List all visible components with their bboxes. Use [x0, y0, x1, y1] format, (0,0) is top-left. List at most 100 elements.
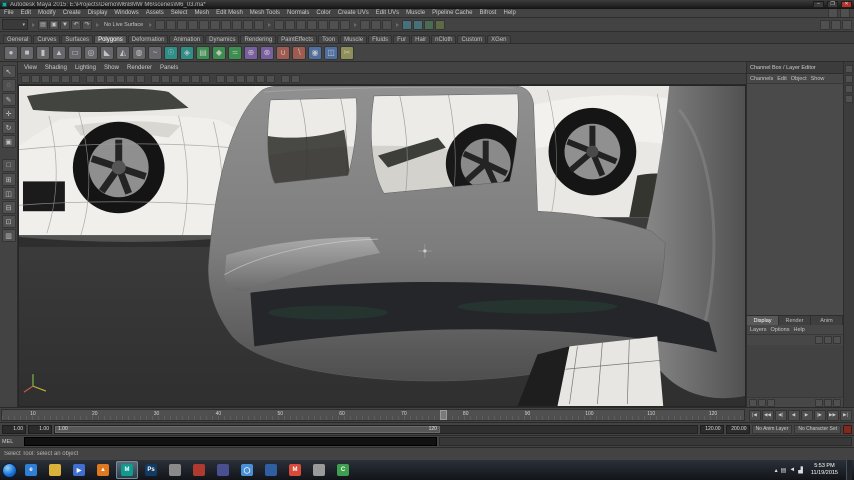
- play-backwards-button[interactable]: ◀: [787, 409, 800, 421]
- panel-resize-icon[interactable]: [833, 398, 841, 407]
- new-scene-icon[interactable]: ▤: [38, 19, 48, 30]
- layer-filter-icon[interactable]: [758, 398, 766, 407]
- range-slider-bar[interactable]: 1.00 120: [55, 425, 440, 433]
- combine-icon[interactable]: ⊕: [244, 45, 258, 60]
- wireframe-mode-icon[interactable]: [161, 75, 170, 83]
- menu-item[interactable]: Modify: [38, 10, 56, 16]
- go-to-end-button[interactable]: ▶|: [839, 409, 852, 421]
- shelf-tab[interactable]: Fluids: [368, 35, 393, 43]
- move-layer-up-icon[interactable]: [815, 336, 823, 344]
- attribute-editor-tab[interactable]: [845, 65, 853, 73]
- app-icon-14[interactable]: C: [332, 461, 354, 479]
- browser-icon[interactable]: ◯: [236, 461, 258, 479]
- menu-item[interactable]: Mesh: [194, 10, 209, 16]
- utility-wrench-icon[interactable]: [308, 461, 330, 479]
- menu-item[interactable]: Help: [503, 10, 515, 16]
- shelf-tab[interactable]: Muscle: [340, 35, 368, 43]
- select-tool-icon[interactable]: ↖: [1, 65, 16, 78]
- step-back-frame-button[interactable]: ◀◀: [761, 409, 774, 421]
- viewport-canvas[interactable]: [18, 85, 746, 407]
- layer-editor-tab[interactable]: Render: [779, 316, 811, 325]
- safe-title-icon[interactable]: [136, 75, 145, 83]
- mask-curves-icon[interactable]: [210, 19, 221, 30]
- app-icon-7[interactable]: [164, 461, 186, 479]
- undo-icon[interactable]: ↶: [71, 19, 81, 30]
- 2d-pan-zoom-icon[interactable]: [51, 75, 60, 83]
- menu-item[interactable]: Create: [63, 10, 81, 16]
- layer-editor-tab[interactable]: Display: [747, 316, 779, 325]
- hypershade-layout-button[interactable]: ▥: [1, 229, 16, 242]
- viewport-menu-item[interactable]: Shading: [45, 65, 67, 71]
- anim-end-field[interactable]: 200.00: [725, 424, 750, 434]
- group-divider[interactable]: [147, 19, 153, 30]
- new-empty-layer-icon[interactable]: [824, 336, 832, 344]
- film-gate-icon[interactable]: [86, 75, 95, 83]
- safe-action-icon[interactable]: [126, 75, 135, 83]
- shaded-mode-icon[interactable]: [171, 75, 180, 83]
- mask-surfaces-icon[interactable]: [221, 19, 232, 30]
- mirror-icon[interactable]: ◫: [324, 45, 338, 60]
- smooth-icon[interactable]: ◉: [308, 45, 322, 60]
- menu-item[interactable]: Mesh Tools: [250, 10, 280, 16]
- viewport-menu-item[interactable]: Renderer: [127, 65, 152, 71]
- grease-pencil-icon[interactable]: [61, 75, 70, 83]
- step-forward-frame-button[interactable]: ▶▶: [826, 409, 839, 421]
- group-divider[interactable]: [30, 19, 36, 30]
- anim-start-field[interactable]: 1.00: [28, 424, 52, 434]
- layer-editor-menu-item[interactable]: Options: [771, 327, 790, 333]
- grid-toggle-icon[interactable]: [71, 75, 80, 83]
- vlc-icon[interactable]: ▲: [92, 461, 114, 479]
- redo-icon[interactable]: ↷: [82, 19, 92, 30]
- sphere-primitive-icon[interactable]: ●: [4, 45, 18, 60]
- sidebar-tool-settings-toggle[interactable]: [831, 19, 841, 30]
- selection-mode-dropdown[interactable]: ▾: [2, 19, 28, 30]
- viewport-menu-item[interactable]: View: [24, 65, 37, 71]
- character-set-button[interactable]: No Character Set: [794, 424, 841, 434]
- shelf-tab[interactable]: Surfaces: [61, 35, 94, 43]
- channel-box-menu-item[interactable]: Object: [791, 76, 807, 82]
- shelf-tab[interactable]: nCloth: [431, 35, 457, 43]
- scroll-left-icon[interactable]: [815, 398, 823, 407]
- mask-misc-icon[interactable]: [254, 19, 265, 30]
- camera-icon[interactable]: [21, 75, 30, 83]
- shelf-tab[interactable]: XGen: [487, 35, 511, 43]
- group-divider[interactable]: [266, 19, 272, 30]
- explorer-folder-icon[interactable]: [44, 461, 66, 479]
- input-connections-icon[interactable]: [360, 19, 371, 30]
- image-plane-icon[interactable]: [41, 75, 50, 83]
- menu-item[interactable]: Color: [316, 10, 330, 16]
- persp-outliner-layout-button[interactable]: ◫: [1, 187, 16, 200]
- menu-item[interactable]: Create UVs: [338, 10, 369, 16]
- bridge-icon[interactable]: ≍: [228, 45, 242, 60]
- menu-item[interactable]: Normals: [287, 10, 309, 16]
- field-chart-icon[interactable]: [116, 75, 125, 83]
- menu-item[interactable]: Muscle: [406, 10, 425, 16]
- channel-box-menu-item[interactable]: Show: [811, 76, 825, 82]
- layer-editor-menu-item[interactable]: Help: [793, 327, 804, 333]
- select-component-icon[interactable]: [177, 19, 188, 30]
- boolean-difference-icon[interactable]: ∖: [292, 45, 306, 60]
- isolate-select-icon[interactable]: [256, 75, 265, 83]
- snap-projected-center-icon[interactable]: [307, 19, 318, 30]
- multisample-aa-icon[interactable]: [236, 75, 245, 83]
- current-frame-marker[interactable]: [439, 410, 447, 420]
- open-scene-icon[interactable]: ▣: [49, 19, 59, 30]
- scale-tool-icon[interactable]: ▣: [1, 135, 16, 148]
- mail-icon[interactable]: M: [284, 461, 306, 479]
- modeling-toolkit-tab[interactable]: [845, 95, 853, 103]
- fill-mode-icon[interactable]: [151, 75, 160, 83]
- shadows-icon[interactable]: [201, 75, 210, 83]
- four-pane-layout-button[interactable]: ⊞: [1, 173, 16, 186]
- viewport-menu-item[interactable]: Panels: [160, 65, 178, 71]
- menu-item[interactable]: Assets: [146, 10, 164, 16]
- app-icon-8[interactable]: [188, 461, 210, 479]
- playback-end-field[interactable]: 120.00: [699, 424, 724, 434]
- platonic-solid-icon[interactable]: ◈: [180, 45, 194, 60]
- play-forwards-button[interactable]: ▶: [800, 409, 813, 421]
- motion-blur-icon[interactable]: [226, 75, 235, 83]
- cylinder-primitive-icon[interactable]: ▮: [36, 45, 50, 60]
- multi-cut-icon[interactable]: ✂: [340, 45, 354, 60]
- snap-point-icon[interactable]: [296, 19, 307, 30]
- shelf-tab[interactable]: Hair: [411, 35, 431, 43]
- output-connections-icon[interactable]: [371, 19, 382, 30]
